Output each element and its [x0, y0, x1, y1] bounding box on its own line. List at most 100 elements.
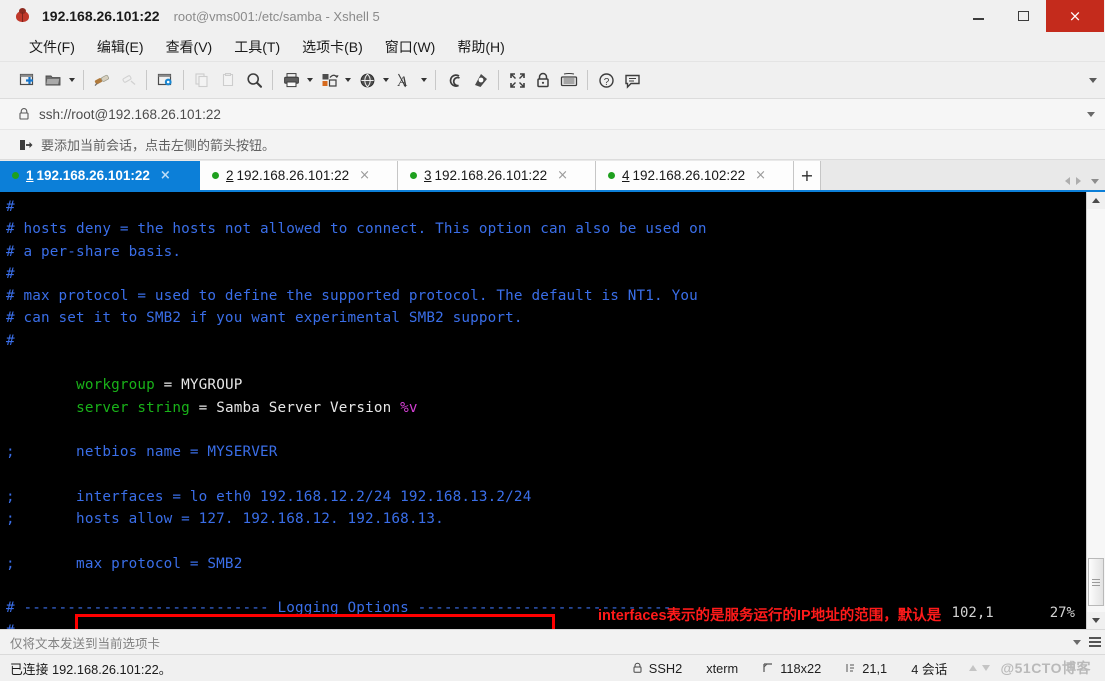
- tunnel-icon[interactable]: [467, 67, 493, 93]
- close-icon: ×: [1068, 6, 1082, 25]
- tab-bar: 1 192.168.26.101:22 × 2 192.168.26.101:2…: [0, 160, 1105, 192]
- status-terminal-type-cell: xterm: [694, 661, 750, 676]
- resize-icon: [762, 662, 774, 674]
- terminal-line: #: [6, 265, 15, 282]
- menu-view[interactable]: 查看(V): [155, 34, 224, 60]
- keyboard-icon[interactable]: [556, 67, 582, 93]
- tab-scroll-left-icon[interactable]: [1065, 177, 1070, 185]
- annotation-line-1: interfaces表示的是服务运行的IP地址的范围，默认是: [598, 608, 942, 624]
- terminal-line: #: [6, 332, 15, 349]
- terminal-line: ; netbios name = MYSERVER: [6, 444, 278, 461]
- menu-bar: 文件(F) 编辑(E) 查看(V) 工具(T) 选项卡(B) 窗口(W) 帮助(…: [0, 33, 1105, 62]
- toolbar-separator: [498, 70, 499, 90]
- download-arrow-icon: [982, 665, 991, 671]
- tab-close-icon[interactable]: ×: [755, 169, 766, 182]
- window-title: 192.168.26.101:22: [42, 8, 160, 24]
- app-icon: [14, 7, 32, 25]
- scroll-down-button[interactable]: [1087, 612, 1105, 629]
- address-bar[interactable]: ssh://root@192.168.26.101:22: [0, 99, 1105, 130]
- tab-list-dropdown-icon[interactable]: [1091, 178, 1099, 184]
- menu-edit[interactable]: 编辑(E): [86, 34, 155, 60]
- title-bar: 192.168.26.101:22 root@vms001:/etc/samba…: [0, 0, 1105, 33]
- menu-file[interactable]: 文件(F): [18, 34, 86, 60]
- comment-icon[interactable]: [619, 67, 645, 93]
- send-bar-menu-icon[interactable]: [1089, 635, 1101, 649]
- terminal-line: #: [6, 199, 15, 215]
- terminal-line: ; interfaces = lo eth0 192.168.12.2/24 1…: [6, 488, 532, 505]
- font-icon[interactable]: A: [392, 67, 418, 93]
- copy-icon[interactable]: [189, 67, 215, 93]
- status-size-cell: 118x22: [750, 661, 833, 676]
- find-icon[interactable]: [241, 67, 267, 93]
- send-bar-dropdown-icon[interactable]: [1073, 639, 1081, 645]
- menu-help[interactable]: 帮助(H): [446, 34, 515, 60]
- tab-label: 192.168.26.101:22: [36, 168, 150, 183]
- new-tab-button[interactable]: +: [794, 161, 821, 190]
- disconnect-icon[interactable]: [115, 67, 141, 93]
- send-bar-controls: [1073, 630, 1101, 654]
- tab-session-4[interactable]: 4 192.168.26.102:22 ×: [596, 161, 794, 190]
- transfer-indicator: [959, 665, 1000, 671]
- globe-dropdown-caret[interactable]: [380, 67, 392, 93]
- tab-navigation: [1065, 177, 1099, 185]
- sessions-label: 4 会话: [911, 661, 948, 677]
- terminal-line: # can set it to SMB2 if you want experim…: [6, 310, 523, 327]
- font-dropdown-caret[interactable]: [418, 67, 430, 93]
- tab-close-icon[interactable]: ×: [160, 169, 171, 182]
- scrollbar-track[interactable]: [1087, 209, 1105, 612]
- status-bar: 已连接 192.168.26.101:22。 SSH2 xterm 118x22…: [0, 654, 1105, 681]
- terminal-size-label: 118x22: [780, 660, 822, 676]
- send-bar-input[interactable]: 仅将文本发送到当前选项卡: [10, 633, 160, 652]
- open-folder-icon[interactable]: [40, 67, 66, 93]
- tab-scroll-right-icon[interactable]: [1076, 177, 1081, 185]
- menu-window[interactable]: 窗口(W): [374, 34, 447, 60]
- status-sessions-cell: 4 会话: [899, 659, 959, 678]
- globe-icon[interactable]: [354, 67, 380, 93]
- scrollbar-thumb[interactable]: [1088, 558, 1104, 606]
- status-bar-right: SSH2 xterm 118x22 21,1 4 会话 @51CTO博客: [620, 655, 1097, 681]
- print-icon[interactable]: [278, 67, 304, 93]
- maximize-button[interactable]: [1001, 0, 1046, 32]
- fullscreen-icon[interactable]: [504, 67, 530, 93]
- terminal-line: workgroup = MYGROUP: [76, 377, 243, 394]
- tab-session-3[interactable]: 3 192.168.26.101:22 ×: [398, 161, 596, 190]
- sftp-icon[interactable]: [441, 67, 467, 93]
- cursor-label: 21,1: [862, 660, 888, 676]
- toolbar-overflow-caret[interactable]: [1089, 62, 1097, 98]
- minimize-button[interactable]: [956, 0, 1001, 32]
- address-input[interactable]: ssh://root@192.168.26.101:22: [39, 107, 221, 122]
- connect-icon[interactable]: [89, 67, 115, 93]
- transfer-dropdown-caret[interactable]: [342, 67, 354, 93]
- tab-session-1[interactable]: 1 192.168.26.101:22 ×: [0, 161, 200, 190]
- status-protocol-cell: SSH2: [620, 661, 694, 676]
- folder-dropdown-caret[interactable]: [66, 67, 78, 93]
- scroll-up-button[interactable]: [1087, 192, 1105, 209]
- address-dropdown-caret[interactable]: [1087, 99, 1095, 129]
- menu-tools[interactable]: 工具(T): [223, 34, 291, 60]
- tab-close-icon[interactable]: ×: [359, 169, 370, 182]
- lock-icon: [632, 662, 643, 674]
- tab-label: 192.168.26.101:22: [236, 168, 350, 183]
- terminal-area: # # hosts deny = the hosts not allowed to…: [0, 192, 1105, 629]
- terminal-scrollbar[interactable]: [1086, 192, 1105, 629]
- session-properties-icon[interactable]: [152, 67, 178, 93]
- terminal-output[interactable]: # # hosts deny = the hosts not allowed to…: [0, 192, 1086, 629]
- tab-session-2[interactable]: 2 192.168.26.101:22 ×: [200, 161, 398, 190]
- status-dot-icon: [608, 172, 615, 179]
- terminal-line: # a per-share basis.: [6, 243, 182, 260]
- send-to-tab-bar[interactable]: 仅将文本发送到当前选项卡: [0, 629, 1105, 654]
- lock-icon: [18, 107, 30, 121]
- close-button[interactable]: ×: [1046, 0, 1104, 32]
- new-session-icon[interactable]: [14, 67, 40, 93]
- protocol-label: SSH2: [648, 660, 683, 676]
- watermark: @51CTO博客: [1000, 660, 1091, 676]
- transfer-icon[interactable]: [316, 67, 342, 93]
- print-dropdown-caret[interactable]: [304, 67, 316, 93]
- lock-icon[interactable]: [530, 67, 556, 93]
- cursor-position-icon: [845, 662, 856, 674]
- help-icon[interactable]: ?: [593, 67, 619, 93]
- menu-tabs[interactable]: 选项卡(B): [291, 34, 374, 60]
- paste-icon[interactable]: [215, 67, 241, 93]
- tab-close-icon[interactable]: ×: [557, 169, 568, 182]
- window-subtitle: root@vms001:/etc/samba - Xshell 5: [173, 8, 380, 24]
